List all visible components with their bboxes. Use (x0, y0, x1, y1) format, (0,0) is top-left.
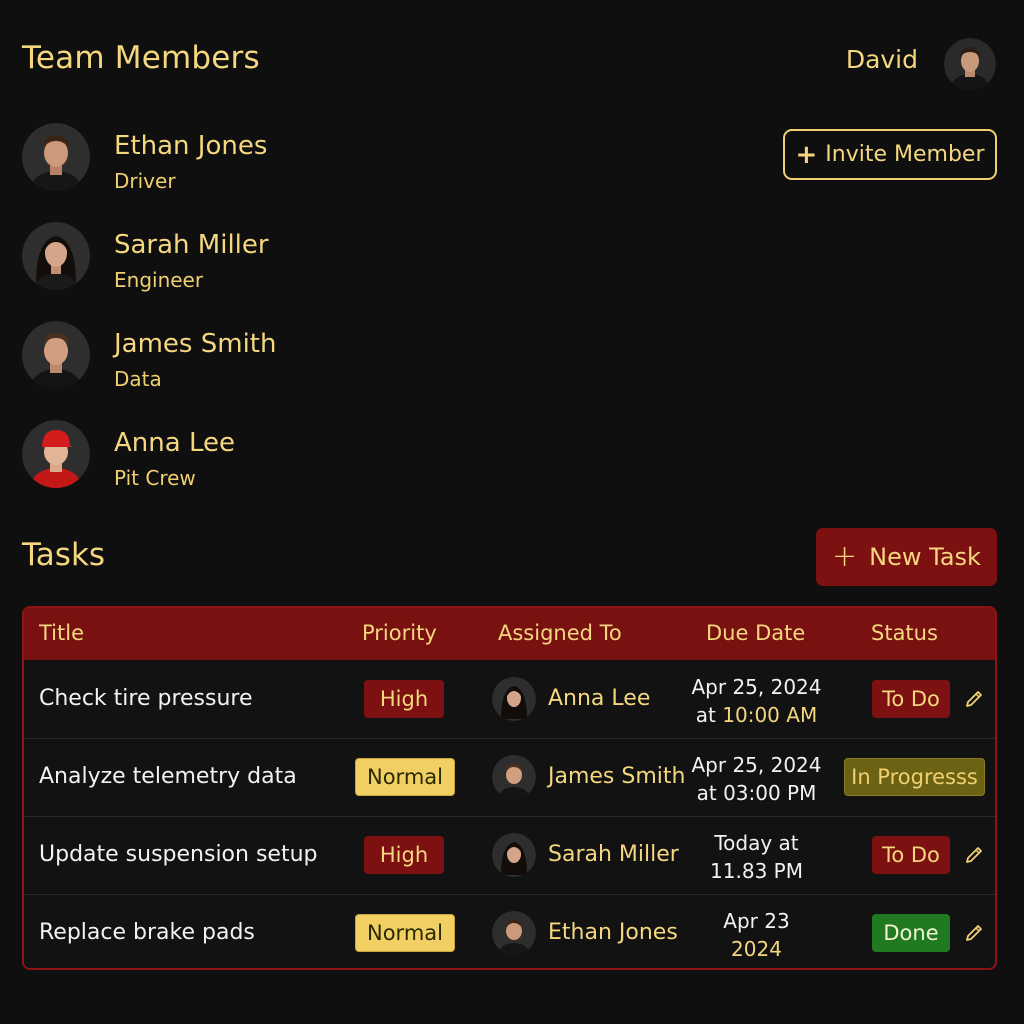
task-title: Check tire pressure (39, 686, 253, 711)
due-date-line: Today at (714, 831, 799, 855)
assignee-avatar (492, 833, 536, 877)
page-title: Team Members (22, 40, 260, 76)
member-role: Driver (114, 169, 176, 193)
column-header-due-date[interactable]: Due Date (706, 621, 805, 645)
status-badge[interactable]: To Do (872, 680, 950, 718)
member-role: Data (114, 367, 162, 391)
user-avatar-icon[interactable] (944, 38, 996, 90)
due-date-year: 2024 (731, 937, 782, 961)
due-date-line: at 03:00 PM (696, 781, 817, 805)
member-name: James Smith (114, 329, 277, 359)
member-item[interactable]: James Smith Data (22, 321, 422, 391)
priority-badge: Normal (355, 914, 455, 952)
column-header-priority[interactable]: Priority (362, 621, 437, 645)
assignee-avatar (492, 677, 536, 721)
invite-member-button[interactable]: + Invite Member (783, 129, 997, 180)
invite-member-label: Invite Member (825, 142, 985, 167)
due-date: Apr 25, 2024 at 10:00 AM (684, 673, 829, 729)
new-task-button[interactable]: + New Task (816, 528, 997, 586)
task-title: Analyze telemetry data (39, 764, 297, 789)
task-title: Update suspension setup (39, 842, 318, 867)
task-title: Replace brake pads (39, 920, 255, 945)
priority-badge: High (364, 836, 444, 874)
assignee-name[interactable]: Ethan Jones (548, 920, 678, 945)
member-item[interactable]: Anna Lee Pit Crew (22, 420, 422, 490)
anna-avatar (22, 420, 90, 488)
member-role: Pit Crew (114, 466, 196, 490)
table-row[interactable]: Analyze telemetry data Normal James Smit… (24, 738, 995, 817)
due-date-prefix: at (695, 703, 716, 727)
column-header-assigned[interactable]: Assigned To (498, 621, 622, 645)
due-date: Apr 23 2024 (684, 907, 829, 963)
tasks-title: Tasks (22, 537, 106, 573)
task-table: Title Priority Assigned To Due Date Stat… (22, 606, 997, 970)
status-badge[interactable]: Done (872, 914, 950, 952)
due-date-line: Apr 25, 2024 (691, 675, 822, 699)
assignee-name[interactable]: Sarah Miller (548, 842, 679, 867)
priority-badge: High (364, 680, 444, 718)
column-header-status[interactable]: Status (871, 621, 938, 645)
due-date-time: 10:00 AM (722, 703, 818, 727)
member-name: Ethan Jones (114, 131, 268, 161)
assignee-name[interactable]: Anna Lee (548, 686, 650, 711)
james-avatar (22, 321, 90, 389)
member-item[interactable]: Sarah Miller Engineer (22, 222, 422, 292)
edit-pencil-icon[interactable] (963, 844, 985, 866)
edit-pencil-icon[interactable] (963, 688, 985, 710)
member-name: Anna Lee (114, 428, 235, 458)
member-role: Engineer (114, 268, 204, 292)
due-date: Today at 11.83 PM (684, 829, 829, 885)
assignee-name[interactable]: James Smith (548, 764, 685, 789)
due-date-line: Apr 25, 2024 (691, 753, 822, 777)
due-date-line: 11.83 PM (710, 859, 803, 883)
new-task-label: New Task (869, 543, 981, 571)
table-row[interactable]: Replace brake pads Normal Ethan Jones Ap… (24, 894, 995, 968)
edit-pencil-icon[interactable] (963, 922, 985, 944)
table-row[interactable]: Check tire pressure High Anna Lee Apr 25… (24, 660, 995, 739)
due-date-line: Apr 23 (723, 909, 790, 933)
member-name: Sarah Miller (114, 230, 269, 260)
plus-icon: + (795, 139, 818, 170)
assignee-avatar (492, 755, 536, 799)
table-row[interactable]: Update suspension setup High Sarah Mille… (24, 816, 995, 895)
assignee-avatar (492, 911, 536, 955)
priority-badge: Normal (355, 758, 455, 796)
current-user-name: David (845, 45, 918, 74)
ethan-avatar (22, 123, 90, 191)
status-badge[interactable]: In Progresss (844, 758, 985, 796)
plus-icon: + (832, 539, 858, 574)
member-item[interactable]: Ethan Jones Driver (22, 123, 422, 193)
status-badge[interactable]: To Do (872, 836, 950, 874)
sarah-avatar (22, 222, 90, 290)
due-date: Apr 25, 2024 at 03:00 PM (684, 751, 829, 807)
table-header: Title Priority Assigned To Due Date Stat… (24, 608, 995, 660)
column-header-title[interactable]: Title (39, 621, 84, 645)
